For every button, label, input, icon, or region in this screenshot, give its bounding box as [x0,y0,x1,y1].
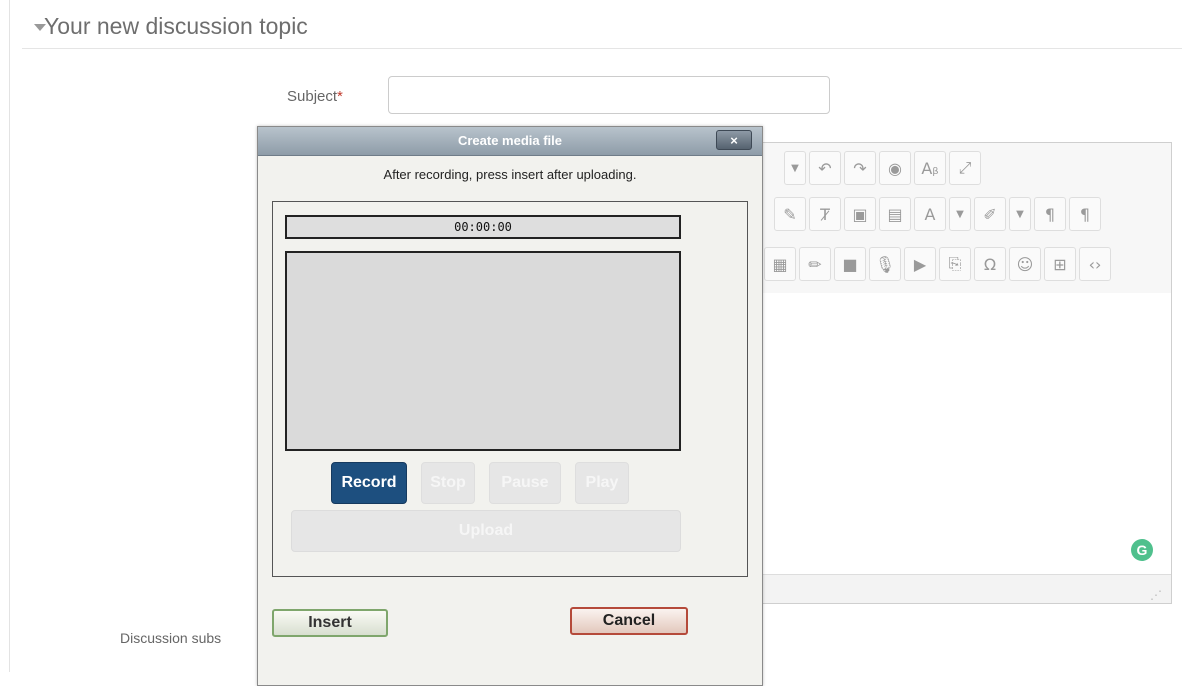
cancel-button[interactable]: Cancel [570,607,688,635]
background-color-dropdown-icon[interactable]: ▼ [1009,197,1031,231]
chevron-down-icon[interactable]: ▼ [784,151,806,185]
grammarly-icon[interactable]: G [1131,539,1153,561]
media-icon[interactable]: ▶ [904,247,936,281]
undo-icon[interactable]: ↶ [809,151,841,185]
code-icon[interactable]: ‹› [1079,247,1111,281]
stop-button[interactable]: Stop [421,462,475,504]
dialog-titlebar[interactable]: Create media file × [258,127,762,156]
microphone-icon[interactable]: 🎙 [869,247,901,281]
paste-text-icon[interactable]: ▣ [844,197,876,231]
table-icon[interactable]: ⊞ [1044,247,1076,281]
page-left-rule [9,0,10,672]
redo-icon[interactable]: ↷ [844,151,876,185]
recorder-controls: Record Stop Pause Play [331,462,629,504]
rtl-icon[interactable]: ¶ [1069,197,1101,231]
brush-icon[interactable]: ✎ [774,197,806,231]
section-title: Your new discussion topic [44,13,308,39]
fullscreen-icon[interactable]: ⤢ [949,151,981,185]
toolbar-row-2: ✎ T̷ ▣ ▤ A ▼ ✐ ▼ ¶ ¶ [774,197,1101,231]
font-color-dropdown-icon[interactable]: ▼ [949,197,971,231]
replace-icon[interactable]: Aᵦ [914,151,946,185]
emoticon-icon[interactable]: ☺ [1009,247,1041,281]
discussion-subscription-label: Discussion subs [120,630,222,646]
find-icon[interactable]: ◉ [879,151,911,185]
toolbar-row-3: ▦ ✏ ■ 🎙 ▶ ⎘ Ω ☺ ⊞ ‹› [764,247,1111,281]
paste-word-icon[interactable]: ▤ [879,197,911,231]
insert-button[interactable]: Insert [272,609,388,637]
managefiles-icon[interactable]: ⎘ [939,247,971,281]
draw-icon[interactable]: ✏ [799,247,831,281]
image-icon[interactable]: ▦ [764,247,796,281]
subject-input[interactable] [388,76,830,114]
subject-label: Subject* [287,88,343,105]
resize-handle-icon[interactable]: ⋰ [1150,588,1166,604]
video-icon[interactable]: ■ [834,247,866,281]
subject-label-text: Subject [287,88,338,105]
special-char-icon[interactable]: Ω [974,247,1006,281]
recorder-panel: 00:00:00 Record Stop Pause Play Upload [272,201,748,577]
create-media-dialog: Create media file × After recording, pre… [257,126,763,686]
toolbar-row-1: ▼ ↶ ↷ ◉ Aᵦ ⤢ [784,151,981,185]
required-mark: * [337,88,343,105]
record-button[interactable]: Record [331,462,407,504]
background-color-icon[interactable]: ✐ [974,197,1006,231]
close-icon[interactable]: × [716,130,752,150]
play-button[interactable]: Play [575,462,629,504]
ltr-icon[interactable]: ¶ [1034,197,1066,231]
pause-button[interactable]: Pause [489,462,561,504]
clear-format-icon[interactable]: T̷ [809,197,841,231]
video-preview [285,251,681,451]
section-header[interactable]: Your new discussion topic [22,8,1182,49]
font-color-icon[interactable]: A [914,197,946,231]
dialog-hint: After recording, press insert after uplo… [383,167,637,182]
dialog-title: Create media file [457,133,563,148]
recording-timer: 00:00:00 [285,215,681,239]
upload-button[interactable]: Upload [291,510,681,552]
